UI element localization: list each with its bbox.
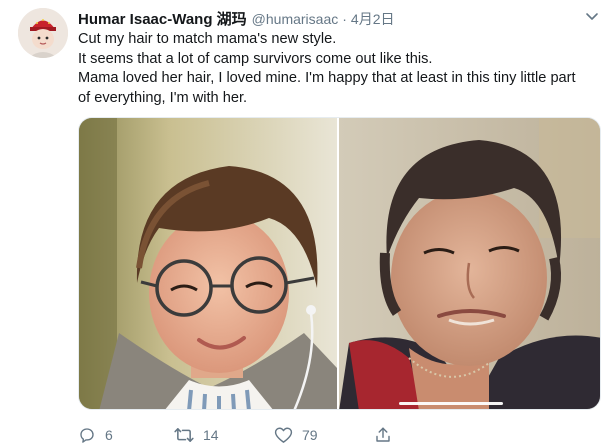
retweet-count: 14 <box>203 427 219 443</box>
display-name[interactable]: Humar Isaac-Wang 湖玛 <box>78 8 247 29</box>
tweet[interactable]: Humar Isaac-Wang 湖玛 @humarisaac · 4月2日 C… <box>0 0 616 447</box>
retweet-button[interactable]: 14 <box>174 424 219 446</box>
media-scrub-bar <box>399 402 503 405</box>
tweet-text: Cut my hair to match mama's new style. I… <box>78 30 608 108</box>
tweet-date[interactable]: 4月2日 <box>351 9 395 29</box>
action-bar: 6 14 79 <box>78 424 408 446</box>
tweet-text-line: It seems that a lot of camp survivors co… <box>78 50 433 67</box>
tweet-text-line: of everything, I'm with her. <box>78 89 248 106</box>
reply-count: 6 <box>105 427 113 443</box>
like-button[interactable]: 79 <box>274 424 318 446</box>
tweet-text-line: Cut my hair to match mama's new style. <box>78 31 337 47</box>
heart-icon <box>274 426 293 444</box>
photo-left[interactable] <box>79 118 337 409</box>
reply-icon <box>78 426 96 444</box>
tweet-header: Humar Isaac-Wang 湖玛 @humarisaac · 4月2日 <box>78 8 394 28</box>
retweet-icon <box>174 426 194 444</box>
media-container[interactable] <box>78 117 601 410</box>
reply-button[interactable]: 6 <box>78 424 113 446</box>
tweet-text-line: Mama loved her hair, I loved mine. I'm h… <box>78 70 576 86</box>
photo-right[interactable] <box>339 118 600 409</box>
like-count: 79 <box>302 427 318 443</box>
avatar[interactable] <box>18 8 68 58</box>
share-button[interactable] <box>374 424 392 446</box>
separator-dot: · <box>342 11 347 27</box>
chevron-down-icon[interactable] <box>584 10 600 22</box>
share-icon <box>374 426 392 444</box>
user-handle[interactable]: @humarisaac <box>252 11 339 27</box>
